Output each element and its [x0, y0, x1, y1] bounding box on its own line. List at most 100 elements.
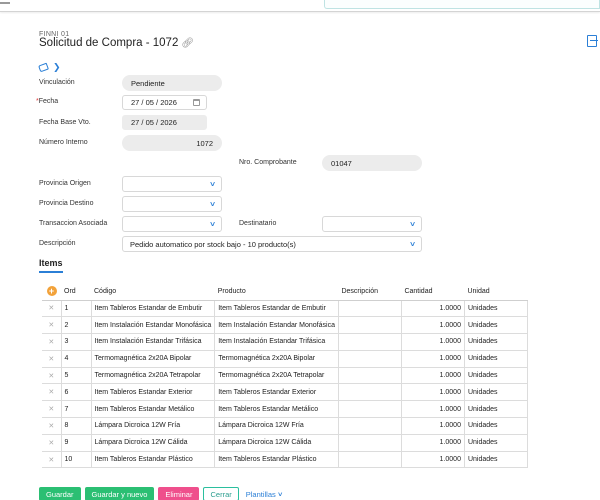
table-row[interactable]: ✕ 1 Item Tableros Estandar de Embutir Item … [42, 299, 528, 318]
delete-row-icon[interactable]: ✕ [42, 433, 62, 452]
fecha-date-input[interactable]: 27 / 05 / 2026 [122, 95, 207, 110]
add-row-icon[interactable]: + [46, 286, 57, 297]
close-button[interactable]: Cerrar [203, 487, 239, 500]
cell-codigo[interactable]: Item Instalación Estandar Monofásica [90, 316, 216, 335]
fecha-day: 27 [131, 98, 140, 107]
cell-cantidad[interactable]: 1.0000 [400, 299, 465, 318]
fecha-base-day: 27 [131, 118, 140, 127]
table-row[interactable]: ✕ 5 Termomagnética 2x20A Tetrapolar Termoma… [42, 366, 528, 385]
cell-producto[interactable]: Lámpara Dicroica 12W Fría [214, 417, 339, 435]
cell-codigo[interactable]: Item Tableros Estandar de Embutir [90, 299, 216, 318]
action-bar: Guardar Guardar y nuevo Eliminar Cerrar … [39, 487, 285, 500]
cell-producto[interactable]: Item Instalación Estandar Monofásica [214, 316, 339, 335]
cell-unidad[interactable]: Unidades [463, 316, 528, 335]
table-row[interactable]: ✕ 4 Termomagnética 2x20A Bipolar Termomagné… [42, 349, 528, 368]
delete-row-icon[interactable]: ✕ [42, 349, 62, 368]
cell-unidad[interactable]: Unidades [463, 349, 528, 368]
table-row[interactable]: ✕ 8 Lámpara Dicroica 12W Fría Lámpara Dicro… [42, 417, 528, 435]
cell-descripcion[interactable] [337, 333, 402, 351]
cell-codigo[interactable]: Termomagnética 2x20A Tetrapolar [90, 366, 216, 385]
delete-button[interactable]: Eliminar [158, 487, 200, 500]
chevron-down-icon: ∨ [408, 221, 417, 228]
menu-handle-icon[interactable] [0, 0, 10, 4]
cell-producto[interactable]: Item Tableros Estandar Metálico [214, 400, 339, 419]
items-table: + Ord Código Producto Descripción Cantid… [42, 283, 528, 469]
cell-unidad[interactable]: Unidades [463, 433, 528, 452]
provincia-origen-select[interactable]: ∨ [122, 176, 222, 192]
cell-codigo[interactable]: Lámpara Dicroica 12W Cálida [90, 433, 216, 452]
save-button[interactable]: Guardar [39, 487, 81, 500]
cell-cantidad[interactable]: 1.0000 [400, 400, 465, 419]
destinatario-label: Destinatario [239, 220, 277, 227]
delete-row-icon[interactable]: ✕ [42, 333, 62, 351]
provincia-destino-select[interactable]: ∨ [122, 196, 222, 212]
table-row[interactable]: ✕ 9 Lámpara Dicroica 12W Cálida Lámpara Dic… [42, 433, 528, 452]
cell-producto[interactable]: Item Tableros Estandar Plástico [214, 450, 339, 469]
chevron-right-icon[interactable]: ❯ [53, 63, 61, 72]
cell-descripcion[interactable] [337, 417, 402, 435]
cell-codigo[interactable]: Termomagnética 2x20A Bipolar [90, 349, 216, 368]
cell-descripcion[interactable] [337, 349, 402, 368]
delete-row-icon[interactable]: ✕ [42, 450, 62, 469]
nro-comprobante-label: Nro. Comprobante [239, 159, 297, 166]
delete-row-icon[interactable]: ✕ [42, 366, 62, 385]
delete-row-icon[interactable]: ✕ [42, 400, 62, 419]
cell-descripcion[interactable] [337, 366, 402, 385]
cell-descripcion[interactable] [337, 450, 402, 469]
calendar-icon[interactable] [193, 99, 200, 106]
cell-cantidad[interactable]: 1.0000 [400, 450, 465, 469]
table-row[interactable]: ✕ 3 Item Instalación Estandar Trifásica Ite… [42, 333, 528, 351]
destinatario-select[interactable]: ∨ [322, 216, 422, 232]
cell-cantidad[interactable]: 1.0000 [400, 366, 465, 385]
cell-unidad[interactable]: Unidades [463, 417, 528, 435]
cell-producto[interactable]: Lámpara Dicroica 12W Cálida [214, 433, 339, 452]
table-row[interactable]: ✕ 2 Item Instalación Estandar Monofásica It… [42, 316, 528, 335]
delete-row-icon[interactable]: ✕ [42, 417, 62, 435]
cell-producto[interactable]: Item Instalación Estandar Trifásica [214, 333, 339, 351]
cell-producto[interactable]: Item Tableros Estandar de Embutir [214, 299, 339, 318]
delete-row-icon[interactable]: ✕ [42, 383, 62, 402]
cell-cantidad[interactable]: 1.0000 [400, 316, 465, 335]
cell-cantidad[interactable]: 1.0000 [400, 433, 465, 452]
export-icon[interactable] [587, 35, 598, 47]
templates-button[interactable]: Plantillas ∨ [243, 487, 286, 500]
cell-producto[interactable]: Termomagnética 2x20A Tetrapolar [214, 366, 339, 385]
cell-descripcion[interactable] [337, 400, 402, 419]
table-row[interactable]: ✕ 6 Item Tableros Estandar Exterior Item Ta… [42, 383, 528, 402]
cell-codigo[interactable]: Item Tableros Estandar Metálico [90, 400, 216, 419]
cell-descripcion[interactable] [337, 383, 402, 402]
cell-producto[interactable]: Item Tableros Estandar Exterior [214, 383, 339, 402]
cell-cantidad[interactable]: 1.0000 [400, 417, 465, 435]
cell-unidad[interactable]: Unidades [463, 383, 528, 402]
cell-unidad[interactable]: Unidades [463, 333, 528, 351]
fecha-month: 05 [145, 98, 154, 107]
table-row[interactable]: ✕ 10 Item Tableros Estandar Plástico Item T… [42, 450, 528, 469]
tab-items[interactable]: Items [39, 258, 63, 273]
cell-codigo[interactable]: Item Tableros Estandar Plástico [90, 450, 216, 469]
table-row[interactable]: ✕ 7 Item Tableros Estandar Metálico Item Ta… [42, 400, 528, 419]
cell-cantidad[interactable]: 1.0000 [400, 333, 465, 351]
delete-row-icon[interactable]: ✕ [42, 299, 62, 318]
cell-producto[interactable]: Termomagnética 2x20A Bipolar [214, 349, 339, 368]
cell-unidad[interactable]: Unidades [463, 400, 528, 419]
cell-descripcion[interactable] [337, 299, 402, 318]
cell-cantidad[interactable]: 1.0000 [400, 383, 465, 402]
cell-descripcion[interactable] [337, 433, 402, 452]
cell-codigo[interactable]: Item Tableros Estandar Exterior [90, 383, 216, 402]
cell-codigo[interactable]: Item Instalación Estandar Trifásica [90, 333, 216, 351]
column-header-unidad: Unidad [464, 283, 528, 301]
cell-codigo[interactable]: Lámpara Dicroica 12W Fría [90, 417, 216, 435]
edit-link-icon[interactable]: 🔗︎ [181, 38, 194, 49]
cell-descripcion[interactable] [337, 316, 402, 335]
top-search-strip[interactable] [324, 0, 600, 9]
tag-icon[interactable] [38, 62, 49, 73]
cell-cantidad[interactable]: 1.0000 [400, 349, 465, 368]
cell-unidad[interactable]: Unidades [463, 299, 528, 318]
descripcion-select[interactable]: Pedido automatico por stock bajo - 10 pr… [122, 236, 422, 252]
transaccion-select[interactable]: ∨ [122, 216, 222, 232]
delete-row-icon[interactable]: ✕ [42, 316, 62, 335]
save-and-new-button[interactable]: Guardar y nuevo [84, 487, 155, 500]
cell-unidad[interactable]: Unidades [463, 366, 528, 385]
tab-bar: Items [39, 253, 63, 273]
cell-unidad[interactable]: Unidades [463, 450, 528, 469]
